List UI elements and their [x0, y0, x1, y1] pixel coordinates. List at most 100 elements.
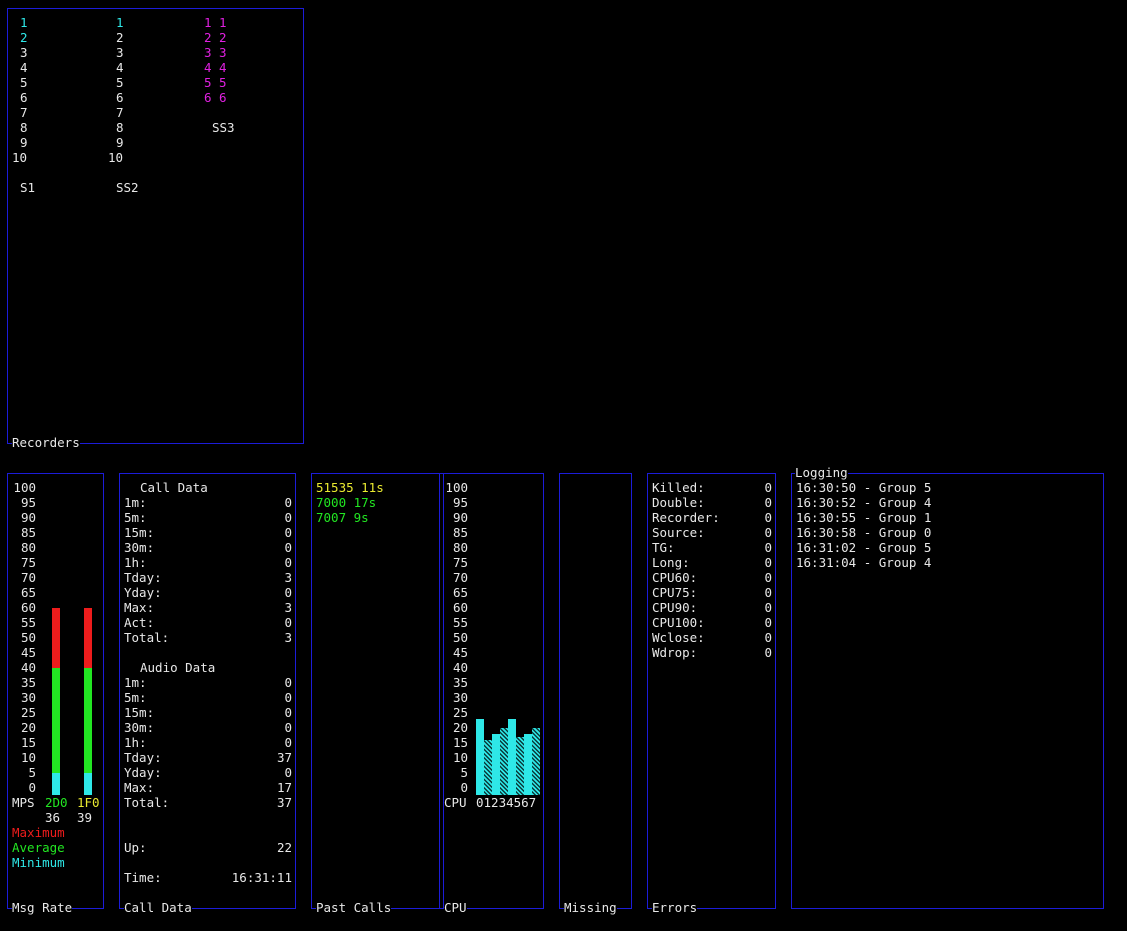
error-row-label: CPU75: — [652, 585, 698, 600]
error-row-value: 0 — [764, 630, 772, 645]
data-row-value: 0 — [284, 585, 292, 600]
data-row-value: 0 — [284, 765, 292, 780]
scale-tick: 45 — [20, 645, 36, 660]
recorder-slot: 5 — [20, 75, 28, 90]
up-label: Up: — [124, 840, 147, 855]
data-row-label: Total: — [124, 795, 170, 810]
error-row-value: 0 — [764, 510, 772, 525]
recorder-slot: 9 — [20, 135, 28, 150]
recorder-slot: 7 — [20, 105, 28, 120]
data-row-label: 5m: — [124, 510, 147, 525]
mps-label: MPS — [12, 795, 35, 810]
data-row-value: 0 — [284, 525, 292, 540]
log-line: 16:31:04 - Group 4 — [796, 555, 932, 570]
data-row-label: 30m: — [124, 720, 155, 735]
avg-bar — [52, 667, 60, 773]
scale-tick: 75 — [452, 555, 468, 570]
recorder-slot: 1 — [20, 15, 28, 30]
scale-tick: 100 — [445, 480, 468, 495]
recorder-slot: 3 — [20, 45, 28, 60]
past-call-item: 51535 11s — [316, 480, 384, 495]
recorder-slot: 10 — [108, 150, 124, 165]
scale-tick: 40 — [20, 660, 36, 675]
call-data-heading: Call Data — [140, 480, 208, 495]
scale-tick: 35 — [20, 675, 36, 690]
scale-tick: 0 — [28, 780, 36, 795]
log-line: 16:30:55 - Group 1 — [796, 510, 932, 525]
error-row-value: 0 — [764, 540, 772, 555]
error-row-label: CPU90: — [652, 600, 698, 615]
data-row-label: 1m: — [124, 675, 147, 690]
scale-tick: 20 — [452, 720, 468, 735]
msg-rate-title: Msg Rate — [12, 900, 73, 915]
time-label: Time: — [124, 870, 162, 885]
scale-tick: 90 — [452, 510, 468, 525]
call-data-title: Call Data — [124, 900, 192, 915]
log-line: 16:30:58 - Group 0 — [796, 525, 932, 540]
recorder-slot: 5 5 — [204, 75, 227, 90]
data-row-value: 0 — [284, 495, 292, 510]
missing-panel: Missing — [559, 473, 632, 915]
error-row-label: Killed: — [652, 480, 705, 495]
scale-tick: 55 — [20, 615, 36, 630]
data-row-value: 0 — [284, 735, 292, 750]
data-row-value: 3 — [284, 570, 292, 585]
error-row-value: 0 — [764, 480, 772, 495]
data-row-value: 3 — [284, 600, 292, 615]
data-row-label: 1h: — [124, 735, 147, 750]
recorder-slot: 5 — [116, 75, 124, 90]
scale-tick: 80 — [20, 540, 36, 555]
legend-average: Average — [12, 840, 65, 855]
scale-tick: 80 — [452, 540, 468, 555]
scale-tick: 45 — [452, 645, 468, 660]
data-row-value: 0 — [284, 675, 292, 690]
recorder-slot: 2 — [116, 30, 124, 45]
recorder-slot: 6 6 — [204, 90, 227, 105]
scale-tick: 50 — [452, 630, 468, 645]
scale-tick: 15 — [20, 735, 36, 750]
data-row-value: 37 — [276, 795, 292, 810]
past-call-item: 7000 17s — [316, 495, 377, 510]
min-bar — [84, 772, 92, 795]
logging-title: Logging — [795, 465, 848, 480]
scale-tick: 70 — [20, 570, 36, 585]
cpu-core-bar — [484, 739, 492, 795]
cpu-core-bar — [532, 727, 540, 795]
cpu-title: CPU — [444, 900, 467, 915]
recorder-slot: 6 — [20, 90, 28, 105]
data-row-label: 1m: — [124, 495, 147, 510]
recorder-slot: 3 3 — [204, 45, 227, 60]
recorder-group-name: SS2 — [116, 180, 139, 195]
source-label-1: 1F0 — [77, 795, 100, 810]
error-row-value: 0 — [764, 525, 772, 540]
legend-maximum: Maximum — [12, 825, 65, 840]
recorder-slot: 4 — [116, 60, 124, 75]
scale-tick: 65 — [20, 585, 36, 600]
up-value: 22 — [276, 840, 292, 855]
msg-rate-panel: 100 95 90 85 80 75 70 65 60 55 50 45 40 35 30 25 20 15 10 5… — [7, 473, 104, 915]
data-row-label: Tday: — [124, 750, 162, 765]
recorders-panel: 1 2 3 4 5 6 7 8 9 10 S1 1 2 3 4 5 6 7 8 9 10 SS2 1 12 23 34 45… — [7, 8, 304, 450]
recorder-slot: 8 — [116, 120, 124, 135]
scale-tick: 50 — [20, 630, 36, 645]
recorder-slot: 8 — [20, 120, 28, 135]
scale-tick: 95 — [20, 495, 36, 510]
cpu-core-bar — [516, 736, 524, 795]
data-row-label: 5m: — [124, 690, 147, 705]
data-row-value: 3 — [284, 630, 292, 645]
data-row-value: 0 — [284, 555, 292, 570]
scale-tick: 95 — [452, 495, 468, 510]
data-row-label: 1h: — [124, 555, 147, 570]
scale-tick: 100 — [13, 480, 36, 495]
data-row-label: Max: — [124, 600, 155, 615]
cpu-label: CPU — [444, 795, 467, 810]
recorder-slot: 7 — [116, 105, 124, 120]
scale-tick: 75 — [20, 555, 36, 570]
error-row-label: Recorder: — [652, 510, 720, 525]
data-row-value: 0 — [284, 690, 292, 705]
scale-tick: 60 — [20, 600, 36, 615]
scale-tick: 10 — [20, 750, 36, 765]
scale-tick: 25 — [452, 705, 468, 720]
time-value: 16:31:11 — [231, 870, 292, 885]
data-row-label: Tday: — [124, 570, 162, 585]
